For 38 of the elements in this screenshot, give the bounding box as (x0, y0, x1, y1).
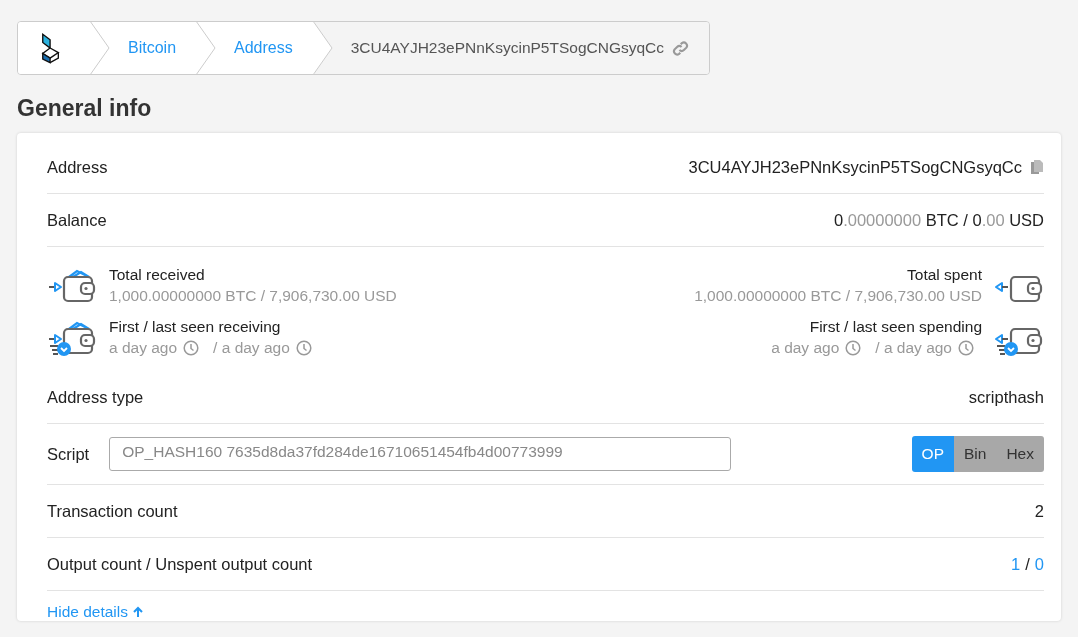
section-title: General info (17, 95, 153, 122)
arrow-up-icon[interactable] (132, 606, 144, 618)
balance-value: 0.00000000 BTC / 0.00 USD (833, 210, 1044, 230)
separator-text: / (1025, 554, 1030, 574)
stat-title: First / last seen receiving (109, 317, 282, 336)
breadcrumb-current: 3CU4AYJH23ePNnKsycinP5TSogCNGsyqCc (350, 39, 664, 57)
stat-title: Total received (109, 265, 206, 284)
address-type-value: scripthash (968, 387, 1044, 407)
row-label: Address (47, 157, 108, 177)
time-ago: a day ago (771, 338, 840, 357)
row-label: Address type (47, 387, 144, 407)
stat-value: 1,000.00000000 BTC / 7,906,730.00 USD (109, 286, 397, 305)
clock-icon (845, 339, 862, 356)
copy-icon[interactable] (1030, 159, 1044, 175)
row-label: Script (47, 444, 90, 464)
output-count-link[interactable]: 1 (1011, 554, 1021, 574)
address-value: 3CU4AYJH23ePNnKsycinP5TSogCNGsyqCc (688, 157, 1022, 177)
script-field[interactable]: OP_HASH160 7635d8da37fd284de16710651454fb4d00773999 (109, 437, 732, 471)
format-tab[interactable]: Bin (954, 436, 997, 472)
format-tab[interactable]: Hex (996, 436, 1044, 472)
time-ago: / a day ago (875, 338, 952, 357)
clock-icon (958, 339, 974, 356)
row-label: Output count / Unspent output count (47, 554, 313, 574)
hide-details-link[interactable]: Hide details (47, 603, 128, 621)
time-ago: / a day ago (213, 338, 290, 357)
time-ago: a day ago (109, 338, 178, 357)
stat-title: First / last seen spending (808, 317, 982, 336)
unspent-count-link[interactable]: 0 (1034, 554, 1044, 574)
row-label: Balance (47, 210, 107, 230)
transaction-count-value: 2 (1034, 501, 1044, 521)
link-icon[interactable] (672, 39, 689, 57)
clock-icon (183, 339, 200, 356)
format-tab[interactable]: OP (911, 436, 954, 472)
logo-icon[interactable] (40, 32, 62, 64)
stat-title: Total spent (906, 265, 982, 284)
clock-icon (295, 339, 312, 356)
row-label: Transaction count (47, 501, 178, 521)
stat-value: 1,000.00000000 BTC / 7,906,730.00 USD (694, 286, 982, 305)
